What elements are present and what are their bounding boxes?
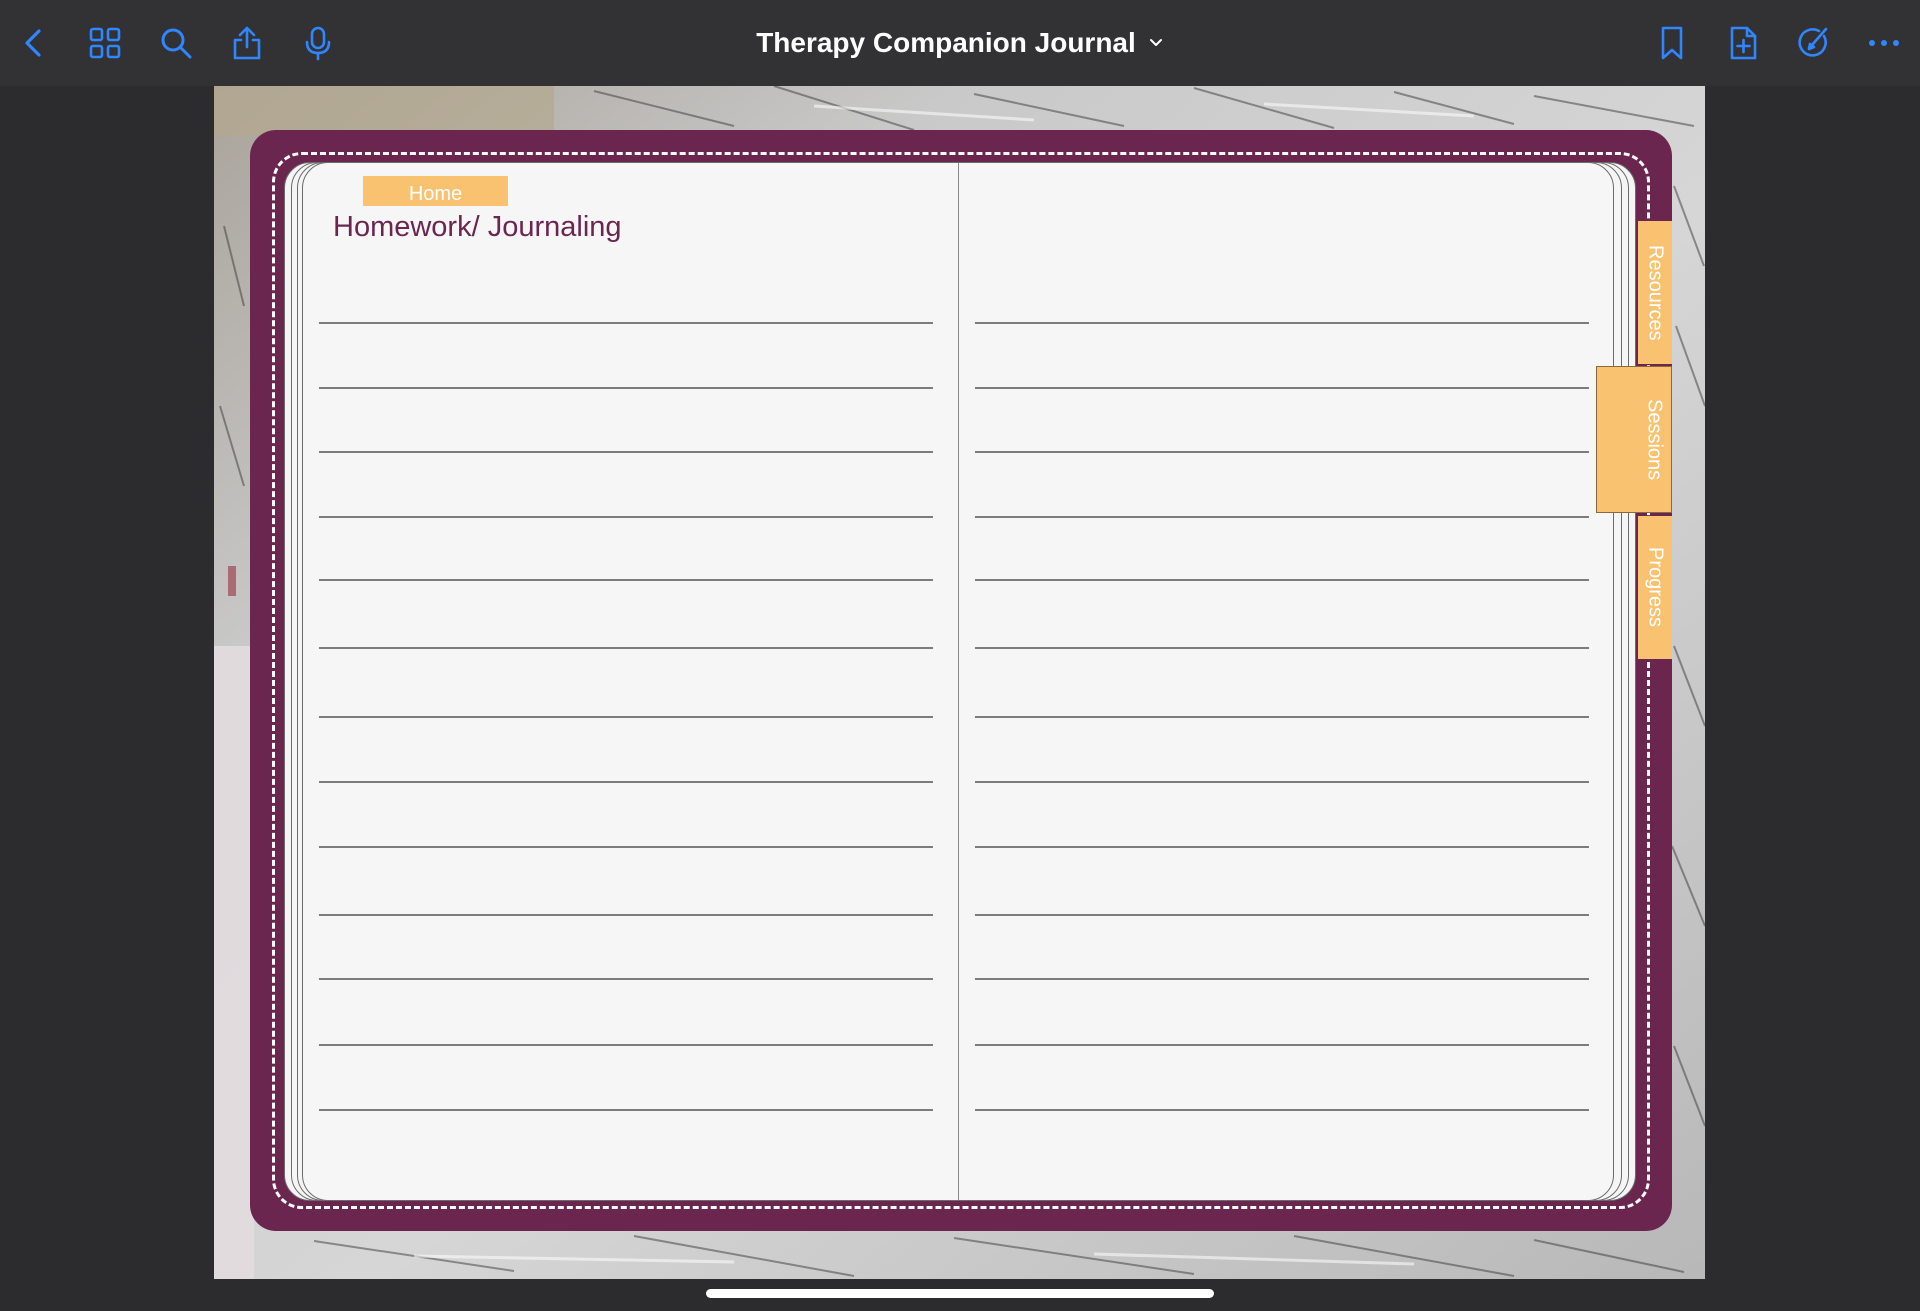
writing-line	[319, 647, 933, 649]
writing-line	[319, 516, 933, 518]
home-indicator[interactable]	[706, 1289, 1214, 1298]
tab-home-label: Home	[408, 183, 463, 205]
writing-line	[975, 781, 1589, 783]
microphone-icon[interactable]	[297, 22, 339, 64]
tab-home[interactable]: Home	[363, 176, 508, 206]
writing-line	[975, 846, 1589, 848]
notebook-spine	[958, 163, 959, 1200]
writing-line	[319, 387, 933, 389]
writing-line	[975, 1044, 1589, 1046]
thumbnails-grid-icon[interactable]	[84, 22, 126, 64]
more-icon[interactable]	[1863, 22, 1905, 64]
writing-line	[975, 322, 1589, 324]
tab-resources-label: Resources	[1644, 244, 1667, 341]
pen-edit-icon[interactable]	[1792, 22, 1834, 64]
document-title[interactable]: Therapy Companion Journal	[756, 27, 1164, 59]
writing-line	[319, 1109, 933, 1111]
writing-line	[319, 846, 933, 848]
open-notebook-pages: Homework/ Journaling	[302, 162, 1614, 1201]
writing-line	[975, 914, 1589, 916]
chevron-down-icon	[1148, 35, 1164, 51]
tab-sessions-label: Sessions	[1643, 398, 1666, 481]
tab-progress-label: Progress	[1644, 547, 1667, 628]
share-icon[interactable]	[226, 22, 268, 64]
writing-line	[319, 579, 933, 581]
writing-line	[975, 579, 1589, 581]
page-heading: Homework/ Journaling	[333, 211, 622, 243]
document-title-text: Therapy Companion Journal	[756, 27, 1136, 58]
bookmark-icon[interactable]	[1651, 22, 1693, 64]
writing-line	[319, 716, 933, 718]
writing-line	[975, 1109, 1589, 1111]
writing-line	[975, 647, 1589, 649]
writing-line	[975, 451, 1589, 453]
writing-line	[975, 387, 1589, 389]
tab-progress[interactable]: Progress	[1638, 516, 1672, 659]
planner-cover: Homework/ Journaling Home Resources Sess…	[250, 130, 1672, 1231]
writing-line	[975, 978, 1589, 980]
writing-line	[319, 451, 933, 453]
tab-sessions[interactable]: Sessions	[1596, 366, 1672, 513]
writing-line	[319, 914, 933, 916]
writing-line	[319, 322, 933, 324]
writing-line	[319, 1044, 933, 1046]
search-icon[interactable]	[155, 22, 197, 64]
writing-line	[975, 716, 1589, 718]
writing-line	[319, 978, 933, 980]
tab-resources[interactable]: Resources	[1638, 221, 1672, 364]
writing-line	[975, 516, 1589, 518]
add-page-icon[interactable]	[1722, 22, 1764, 64]
writing-line	[319, 781, 933, 783]
back-chevron-icon[interactable]	[14, 22, 56, 64]
document-canvas: Homework/ Journaling Home Resources Sess…	[214, 86, 1705, 1279]
